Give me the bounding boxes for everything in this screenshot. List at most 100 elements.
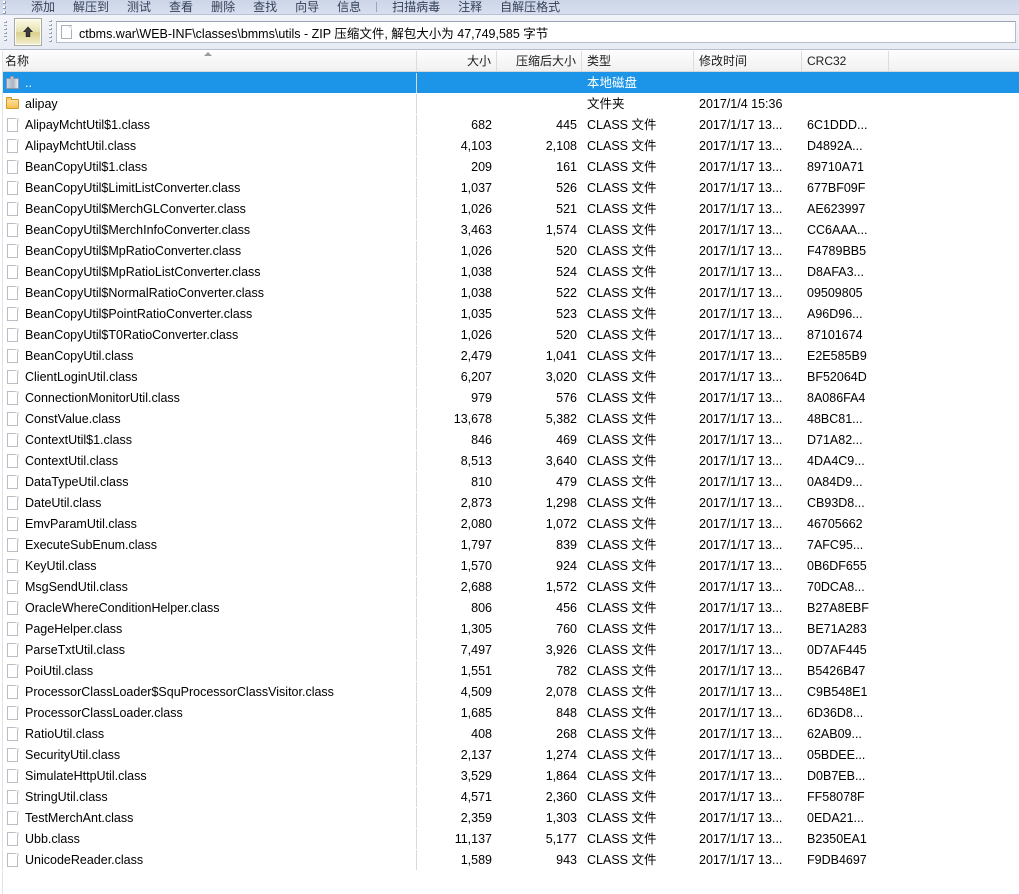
cell-crc32: F4789BB5 [807,243,867,258]
toolbar-button-info[interactable]: 信息 [328,1,370,13]
cell-crc32: 6D36D8... [807,705,864,720]
cell-crc32: D8AFA3... [807,264,864,279]
table-row[interactable]: DateUtil.class 2,873 1,298 CLASS 文件 2017/1/1… [0,492,1019,513]
cell-modified: 2017/1/17 13... [699,222,783,237]
toolbar-button-virus-scan[interactable]: 扫描病毒 [383,1,449,13]
column-header-type[interactable]: 类型 [582,51,694,71]
table-row[interactable]: ContextUtil.class 8,513 3,640 CLASS 文件 2017/… [0,450,1019,471]
cell-modified: 2017/1/17 13... [699,789,783,804]
cell-crc32: FF58078F [807,789,865,804]
cell-name: ContextUtil.class [0,450,417,471]
toolbar-button-extract-to[interactable]: 解压到 [64,1,118,13]
table-row[interactable]: .. 本地磁盘 [0,72,1019,93]
table-row[interactable]: AlipayMchtUtil$1.class 682 445 CLASS 文件 2017… [0,114,1019,135]
file-icon [6,789,20,805]
cell-type: CLASS 文件 [587,201,657,216]
toolbar-button-add[interactable]: 添加 [22,1,64,13]
table-row[interactable]: DataTypeUtil.class 810 479 CLASS 文件 2017/1/1… [0,471,1019,492]
table-row[interactable]: BeanCopyUtil$MerchInfoConverter.class 3,4… [0,219,1019,240]
table-row[interactable]: ProcessorClassLoader.class 1,685 848 CLASS … [0,702,1019,723]
table-row[interactable]: SimulateHttpUtil.class 3,529 1,864 CLASS 文件… [0,765,1019,786]
table-row[interactable]: BeanCopyUtil.class 2,479 1,041 CLASS 文件 2017… [0,345,1019,366]
table-row[interactable]: KeyUtil.class 1,570 924 CLASS 文件 2017/1/17 1… [0,555,1019,576]
toolbar-button-test[interactable]: 测试 [118,1,160,13]
table-row[interactable]: PoiUtil.class 1,551 782 CLASS 文件 2017/1/17 1… [0,660,1019,681]
cell-name: RatioUtil.class [0,723,417,744]
toolbar-button-sfx[interactable]: 自解压格式 [491,1,569,13]
table-row[interactable]: ProcessorClassLoader$SquProcessorClassVi… [0,681,1019,702]
cell-type: CLASS 文件 [587,537,657,552]
toolbar-separator [376,2,378,12]
table-row[interactable]: PageHelper.class 1,305 760 CLASS 文件 2017/1/1… [0,618,1019,639]
cell-size: 2,688 [460,579,492,594]
file-name-label: ProcessorClassLoader$SquProcessorClassVi… [25,684,334,699]
table-row[interactable]: OracleWhereConditionHelper.class 806 456 CL… [0,597,1019,618]
table-row[interactable]: BeanCopyUtil$MpRatioConverter.class 1,026… [0,240,1019,261]
toolbar-button-comment[interactable]: 注释 [449,1,491,13]
cell-crc32: D71A82... [807,432,863,447]
cell-name: BeanCopyUtil$MpRatioListConverter.class [0,261,417,282]
table-row[interactable]: MsgSendUtil.class 2,688 1,572 CLASS 文件 2017/… [0,576,1019,597]
cell-name: Ubb.class [0,828,417,849]
file-icon [6,306,20,322]
table-row[interactable]: Ubb.class 11,137 5,177 CLASS 文件 2017/1/17 13… [0,828,1019,849]
table-row[interactable]: ParseTxtUtil.class 7,497 3,926 CLASS 文件 2017… [0,639,1019,660]
table-row[interactable]: SecurityUtil.class 2,137 1,274 CLASS 文件 2017… [0,744,1019,765]
cell-size: 810 [471,474,492,489]
cell-crc32: D0B7EB... [807,768,866,783]
address-bar-drag-handle[interactable] [3,20,9,43]
toolbar-button-view[interactable]: 查看 [160,1,202,13]
cell-crc32: 4DA4C9... [807,453,865,468]
cell-type: CLASS 文件 [587,747,657,762]
table-row[interactable]: BeanCopyUtil$T0RatioConverter.class 1,026… [0,324,1019,345]
file-icon [6,747,20,763]
cell-type: CLASS 文件 [587,810,657,825]
table-row[interactable]: alipay 文件夹 2017/1/4 15:36 [0,93,1019,114]
column-header-packed-size[interactable]: 压缩后大小 [497,51,582,71]
file-name-label: PoiUtil.class [25,663,94,678]
column-header-crc32[interactable]: CRC32 [802,51,889,71]
toolbar-drag-handle[interactable] [3,1,8,14]
cell-type: CLASS 文件 [587,558,657,573]
table-row[interactable]: BeanCopyUtil$1.class 209 161 CLASS 文件 2017/1… [0,156,1019,177]
table-row[interactable]: BeanCopyUtil$NormalRatioConverter.class 1… [0,282,1019,303]
cell-packed-size: 526 [556,180,577,195]
table-row[interactable]: BeanCopyUtil$LimitListConverter.class 1,0… [0,177,1019,198]
table-row[interactable]: UnicodeReader.class 1,589 943 CLASS 文件 2017/… [0,849,1019,870]
cell-modified: 2017/1/17 13... [699,285,783,300]
cell-packed-size: 576 [556,390,577,405]
cell-crc32: D4892A... [807,138,863,153]
table-row[interactable]: EmvParamUtil.class 2,080 1,072 CLASS 文件 2017… [0,513,1019,534]
table-row[interactable]: ConstValue.class 13,678 5,382 CLASS 文件 2017/… [0,408,1019,429]
cell-modified: 2017/1/17 13... [699,726,783,741]
cell-packed-size: 5,382 [545,411,577,426]
table-row[interactable]: BeanCopyUtil$PointRatioConverter.class 1,… [0,303,1019,324]
cell-modified: 2017/1/17 13... [699,747,783,762]
table-row[interactable]: BeanCopyUtil$MerchGLConverter.class 1,026… [0,198,1019,219]
table-row[interactable]: StringUtil.class 4,571 2,360 CLASS 文件 2017/1… [0,786,1019,807]
cell-size: 3,529 [460,768,492,783]
column-header-size[interactable]: 大小 [417,51,497,71]
table-row[interactable]: ContextUtil$1.class 846 469 CLASS 文件 2017/1/… [0,429,1019,450]
column-header-modified[interactable]: 修改时间 [694,51,802,71]
table-row[interactable]: BeanCopyUtil$MpRatioListConverter.class 1… [0,261,1019,282]
cell-crc32: E2E585B9 [807,348,867,363]
path-field-drag-handle[interactable] [48,20,54,44]
cell-size: 979 [471,390,492,405]
file-name-label: TestMerchAnt.class [25,810,134,825]
column-header-name[interactable]: 名称 [0,51,417,71]
cell-type: CLASS 文件 [587,789,657,804]
table-row[interactable]: AlipayMchtUtil.class 4,103 2,108 CLASS 文件 20… [0,135,1019,156]
table-row[interactable]: RatioUtil.class 408 268 CLASS 文件 2017/1/17 1… [0,723,1019,744]
table-row[interactable]: ExecuteSubEnum.class 1,797 839 CLASS 文件 2017… [0,534,1019,555]
table-row[interactable]: ConnectionMonitorUtil.class 979 576 CLASS 文… [0,387,1019,408]
toolbar-button-find[interactable]: 查找 [244,1,286,13]
toolbar-button-wizard[interactable]: 向导 [286,1,328,13]
path-field[interactable]: ctbms.war\WEB-INF\classes\bmms\utils - Z… [56,21,1016,43]
up-one-level-button[interactable] [14,18,42,46]
table-row[interactable]: ClientLoginUtil.class 6,207 3,020 CLASS 文件 2… [0,366,1019,387]
cell-size: 7,497 [460,642,492,657]
table-row[interactable]: TestMerchAnt.class 2,359 1,303 CLASS 文件 2017… [0,807,1019,828]
toolbar-button-delete[interactable]: 删除 [202,1,244,13]
file-icon [6,558,20,574]
